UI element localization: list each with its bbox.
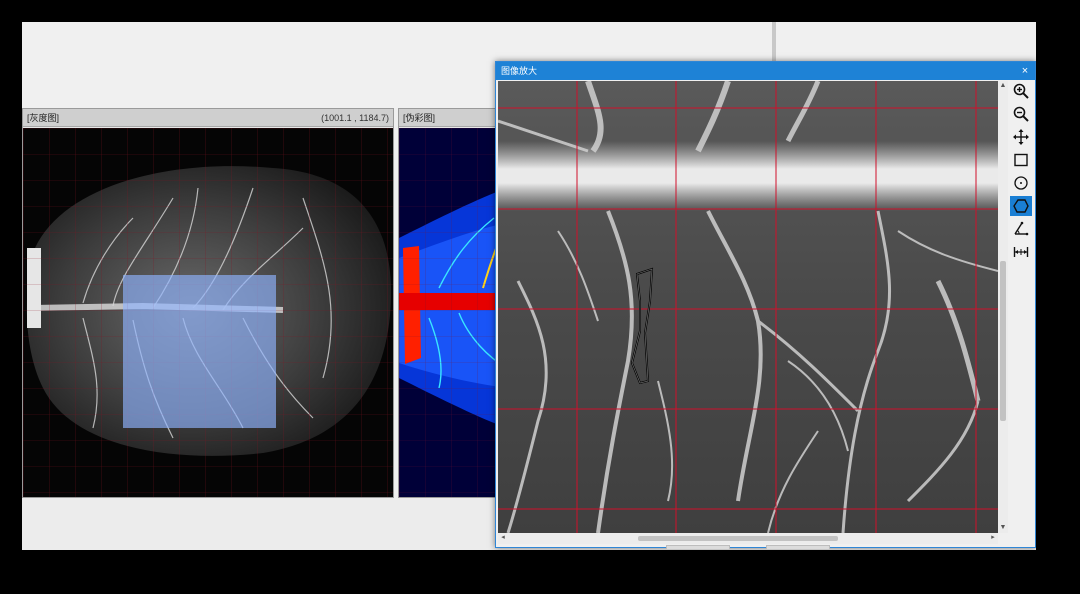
circle-tool-button[interactable] [1010,173,1032,193]
close-icon[interactable]: × [1019,62,1031,80]
dialog-button-2[interactable] [766,545,830,549]
pseudocolor-image[interactable] [399,128,507,497]
zoom-out-icon [1013,106,1029,122]
zoomed-image[interactable] [498,81,998,533]
app-root: [灰度图] (1001.1 , 1184.7) [伪彩图] 图像放大 × ▲ ▼… [0,0,1080,594]
grayscale-image[interactable] [23,128,393,497]
grayscale-panel-title: [灰度图] [27,113,60,123]
pseudocolor-panel-title: [伪彩图] [403,113,436,123]
move-icon [1013,129,1029,145]
zoom-in-button[interactable] [1010,81,1032,101]
top-splitter[interactable] [772,22,776,62]
circle-icon [1014,176,1028,190]
zoom-dialog: 图像放大 × ▲ ▼ ◂ ▸ [495,61,1036,549]
angle-tool-button[interactable] [1010,219,1032,239]
pan-button[interactable] [1010,127,1032,147]
polygon-tool-button[interactable] [1010,196,1032,216]
dialog-button-1[interactable] [666,545,730,549]
vertical-scroll-thumb[interactable] [1000,261,1006,421]
polygon-icon [1013,199,1029,213]
zoom-region-selection[interactable] [123,275,276,428]
scroll-up-arrow[interactable]: ▲ [998,81,1008,91]
grayscale-image-view[interactable] [23,128,393,497]
horizontal-scrollbar[interactable]: ◂ ▸ [498,533,998,544]
scroll-left-arrow[interactable]: ◂ [498,533,508,543]
scroll-right-arrow[interactable]: ▸ [988,533,998,543]
scroll-down-arrow[interactable]: ▼ [998,523,1008,533]
zoom-dialog-titlebar[interactable]: 图像放大 × [496,62,1035,80]
pseudocolor-panel: [伪彩图] [398,108,508,498]
grayscale-panel-header: [灰度图] (1001.1 , 1184.7) [23,109,393,127]
pseudocolor-image-view[interactable] [399,128,507,497]
zoomed-image-view[interactable] [498,81,998,533]
grayscale-panel: [灰度图] (1001.1 , 1184.7) [22,108,394,498]
zoom-in-icon [1013,83,1029,99]
vertical-scrollbar[interactable]: ▲ ▼ [998,81,1008,533]
zoom-out-button[interactable] [1010,104,1032,124]
dialog-bottom-buttons [666,545,866,549]
distance-tool-button[interactable] [1010,242,1032,262]
roi-toolbar [1010,81,1034,271]
rectangle-icon [1014,153,1028,167]
rectangle-tool-button[interactable] [1010,150,1032,170]
horizontal-scroll-thumb[interactable] [638,536,838,541]
cursor-coordinates: (1001.1 , 1184.7) [321,113,389,123]
pseudocolor-panel-header: [伪彩图] [399,109,507,127]
angle-icon [1014,221,1029,236]
zoom-dialog-title: 图像放大 [501,66,538,76]
measure-distance-icon [1013,247,1029,257]
